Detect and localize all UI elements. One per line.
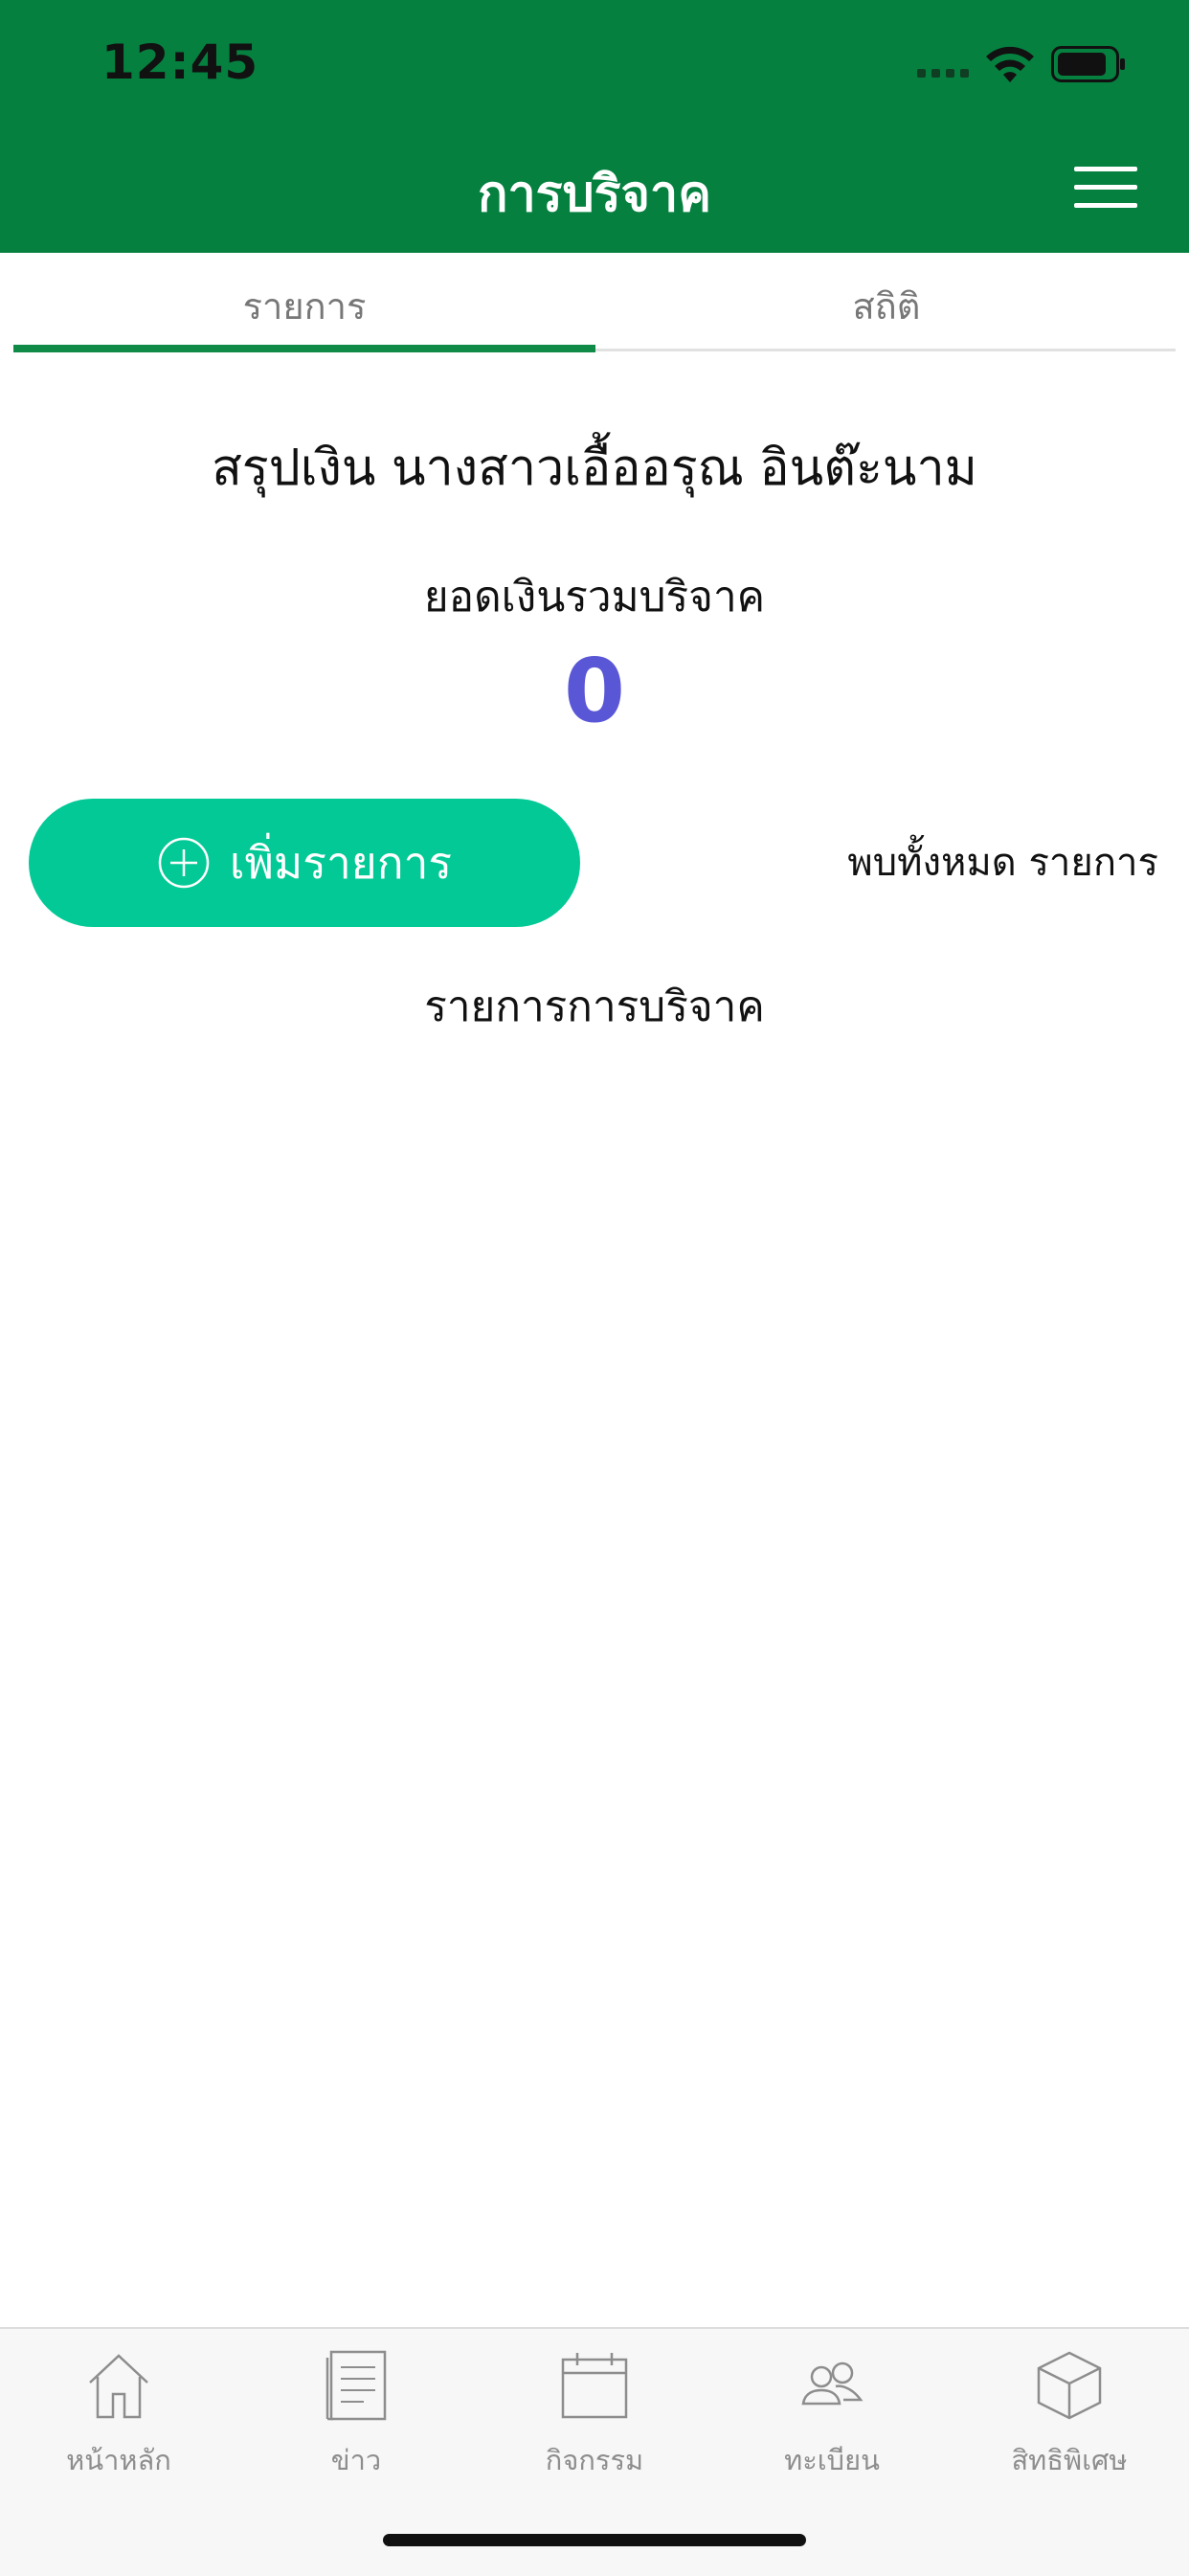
news-icon	[325, 2350, 387, 2421]
summary-title: สรุปเงิน นางสาวเอื้ออรุณ อินต๊ะนาม	[212, 440, 977, 497]
add-item-label: เพิ่มรายการ	[229, 836, 453, 889]
add-item-button[interactable]: เพิ่มรายการ	[29, 799, 580, 927]
nav-label-home: หน้าหลัก	[66, 2444, 171, 2476]
app-header: 12:45 การบริจาค	[0, 0, 1189, 253]
total-donation-label: ยอดเงินรวมบริจาค	[423, 573, 766, 621]
plus-circle-icon	[158, 837, 210, 889]
people-icon	[801, 2361, 864, 2406]
wifi-icon	[986, 46, 1034, 82]
tab-list[interactable]: รายการ	[13, 253, 595, 352]
found-count-text: พบทั้งหมด รายการ	[847, 841, 1158, 885]
hamburger-icon[interactable]	[1074, 167, 1137, 209]
tab-divider	[595, 349, 1176, 351]
nav-item-registry[interactable]: ทะเบียน	[713, 2350, 951, 2494]
total-donation-value: 0	[563, 640, 625, 742]
home-indicator[interactable]	[383, 2534, 806, 2546]
status-bar: 12:45	[0, 0, 1189, 126]
cellular-signal-icon	[917, 69, 969, 78]
active-tab-indicator	[13, 345, 595, 352]
nav-label-registry: ทะเบียน	[784, 2444, 880, 2476]
home-icon	[89, 2354, 148, 2419]
tab-statistics[interactable]: สถิติ	[595, 253, 1178, 352]
status-time: 12:45	[101, 34, 259, 90]
tab-bar: รายการ สถิติ	[0, 253, 1189, 356]
nav-label-privileges: สิทธิพิเศษ	[1011, 2444, 1128, 2476]
nav-item-news[interactable]: ข่าว	[237, 2350, 475, 2494]
box-icon	[1037, 2351, 1102, 2420]
nav-item-home[interactable]: หน้าหลัก	[0, 2350, 237, 2494]
nav-item-activities[interactable]: กิจกรรม	[476, 2350, 713, 2494]
calendar-icon	[561, 2353, 628, 2419]
battery-icon	[1051, 46, 1125, 82]
nav-item-privileges[interactable]: สิทธิพิเศษ	[951, 2350, 1188, 2494]
donation-list-heading: รายการการบริจาค	[424, 983, 765, 1031]
nav-label-activities: กิจกรรม	[545, 2444, 644, 2476]
page-title: การบริจาค	[477, 166, 711, 223]
nav-label-news: ข่าว	[330, 2444, 382, 2476]
